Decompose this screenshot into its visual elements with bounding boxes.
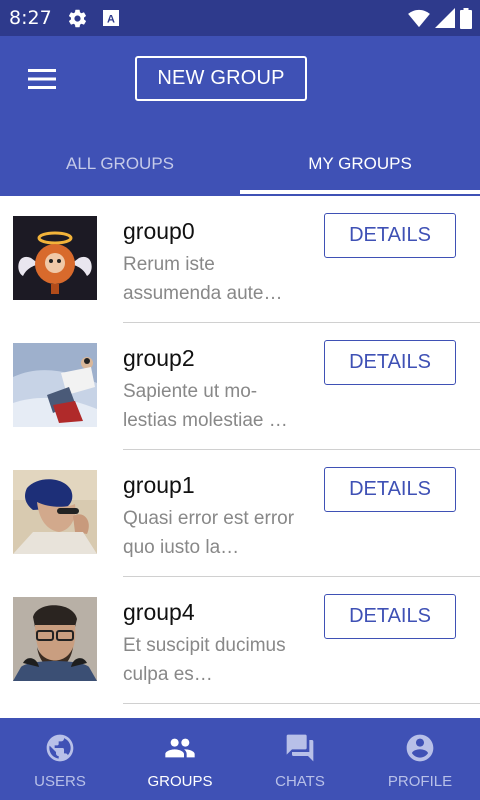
group-description: Quasi error est error quo iusto la… <box>123 508 295 558</box>
angel-character-avatar <box>13 216 97 300</box>
gear-icon <box>68 9 87 28</box>
hamburger-menu-icon[interactable] <box>22 64 62 94</box>
nav-groups[interactable]: GROUPS <box>120 718 240 800</box>
bearded-person-avatar <box>13 597 97 681</box>
group-name: group1 <box>123 472 195 498</box>
group-list: group0 Rerum iste assumenda aute… DETAIL… <box>0 196 480 704</box>
snow-person-avatar <box>13 343 97 427</box>
tab-my-groups[interactable]: MY GROUPS <box>240 132 480 196</box>
nav-label: PROFILE <box>387 773 453 790</box>
group-name: group2 <box>123 345 195 371</box>
row-divider <box>123 703 480 704</box>
group-name: group4 <box>123 599 195 625</box>
status-right-icons <box>408 7 472 29</box>
nav-label: CHATS <box>275 773 325 790</box>
globe-icon <box>44 732 76 764</box>
signal-icon <box>435 8 455 28</box>
new-group-button[interactable]: NEW GROUP <box>135 56 307 101</box>
nav-label: GROUPS <box>147 773 213 790</box>
group-description: Sapiente ut mo- lestias molestiae … <box>123 381 288 431</box>
details-button[interactable]: DETAILS <box>324 213 456 258</box>
person-blue-hair-avatar <box>13 470 97 554</box>
battery-icon <box>460 7 472 29</box>
group-description: Et suscipit ducimus culpa es… <box>123 635 286 685</box>
status-bar: 8:27 A <box>0 0 480 36</box>
group-name: group0 <box>123 218 195 244</box>
nav-label: USERS <box>34 773 86 790</box>
nav-users[interactable]: USERS <box>0 718 120 800</box>
nav-profile[interactable]: PROFILE <box>360 718 480 800</box>
list-item[interactable]: group4 Et suscipit ducimus culpa es… DET… <box>0 577 480 704</box>
status-time: 8:27 <box>9 7 52 29</box>
group-tabs: ALL GROUPS MY GROUPS <box>0 132 480 196</box>
tab-all-groups[interactable]: ALL GROUPS <box>0 132 240 196</box>
chat-icon <box>284 732 316 764</box>
details-button[interactable]: DETAILS <box>324 594 456 639</box>
list-item[interactable]: group0 Rerum iste assumenda aute… DETAIL… <box>0 196 480 323</box>
nav-chats[interactable]: CHATS <box>240 718 360 800</box>
list-item[interactable]: group1 Quasi error est error quo iusto l… <box>0 450 480 577</box>
people-icon <box>164 732 196 764</box>
svg-text:A: A <box>107 14 115 26</box>
app-bar: NEW GROUP ALL GROUPS MY GROUPS <box>0 36 480 196</box>
details-button[interactable]: DETAILS <box>324 467 456 512</box>
group-description: Rerum iste assumenda aute… <box>123 254 283 304</box>
list-item[interactable]: group2 Sapiente ut mo- lestias molestiae… <box>0 323 480 450</box>
account-circle-icon <box>404 732 436 764</box>
a-badge-icon: A <box>103 10 119 26</box>
wifi-icon <box>408 9 430 28</box>
details-button[interactable]: DETAILS <box>324 340 456 385</box>
bottom-navigation: USERS GROUPS CHATS PROFILE <box>0 718 480 800</box>
